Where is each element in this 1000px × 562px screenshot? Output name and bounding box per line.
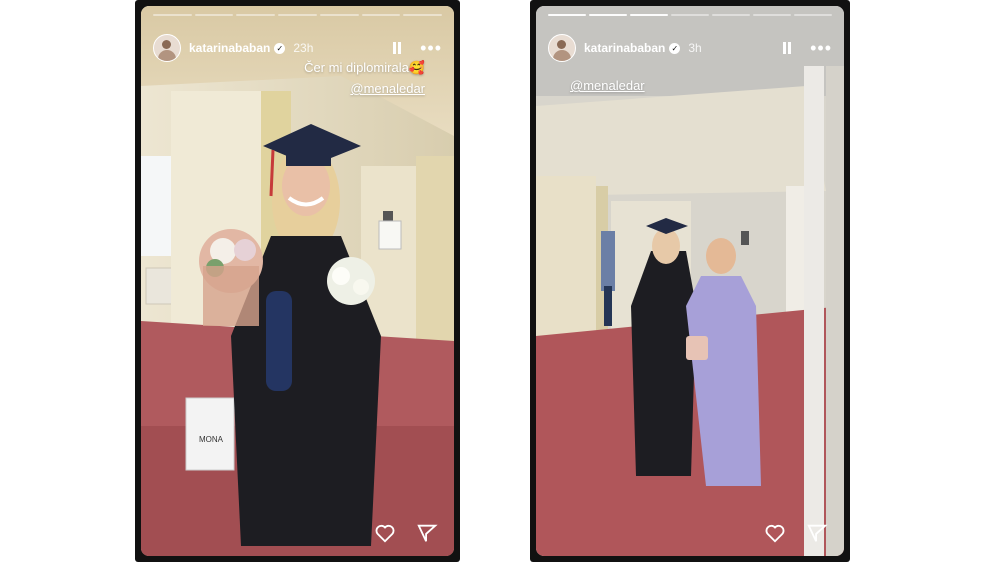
avatar[interactable] [153, 34, 181, 62]
more-icon[interactable]: ••• [810, 39, 832, 57]
heart-icon[interactable] [764, 522, 786, 544]
pause-icon[interactable] [390, 41, 404, 55]
story-caption: Čer mi diplomirala🥰 @menaledar [304, 60, 425, 96]
send-icon[interactable] [806, 522, 828, 544]
verified-icon: ✓ [274, 42, 286, 54]
mention-link[interactable]: @menaledar [570, 78, 645, 93]
verified-icon: ✓ [669, 42, 681, 54]
bag-text: MONA [199, 435, 224, 444]
story-left: MONA katarinababan ✓ 23h ••• Čer mi dipl… [135, 0, 460, 562]
story-progress-bar [153, 14, 443, 16]
caption-text: Čer mi diplomirala🥰 [304, 60, 425, 75]
username[interactable]: katarinababan [584, 41, 665, 55]
story-progress-bar [548, 14, 832, 16]
send-icon[interactable] [416, 522, 438, 544]
story-header: katarinababan ✓ 3h ••• [548, 34, 832, 62]
pause-icon[interactable] [780, 41, 794, 55]
mention-link[interactable]: @menaledar [304, 81, 425, 96]
story-time: 23h [293, 41, 314, 55]
heart-icon[interactable] [374, 522, 396, 544]
story-time: 3h [688, 41, 702, 55]
story-header: katarinababan ✓ 23h ••• [153, 34, 442, 62]
story-actions [764, 522, 828, 544]
story-caption: @menaledar [570, 78, 645, 93]
avatar[interactable] [548, 34, 576, 62]
story-right: katarinababan ✓ 3h ••• @menaledar [530, 0, 850, 562]
story-actions [374, 522, 438, 544]
username[interactable]: katarinababan [189, 41, 270, 55]
more-icon[interactable]: ••• [420, 39, 442, 57]
